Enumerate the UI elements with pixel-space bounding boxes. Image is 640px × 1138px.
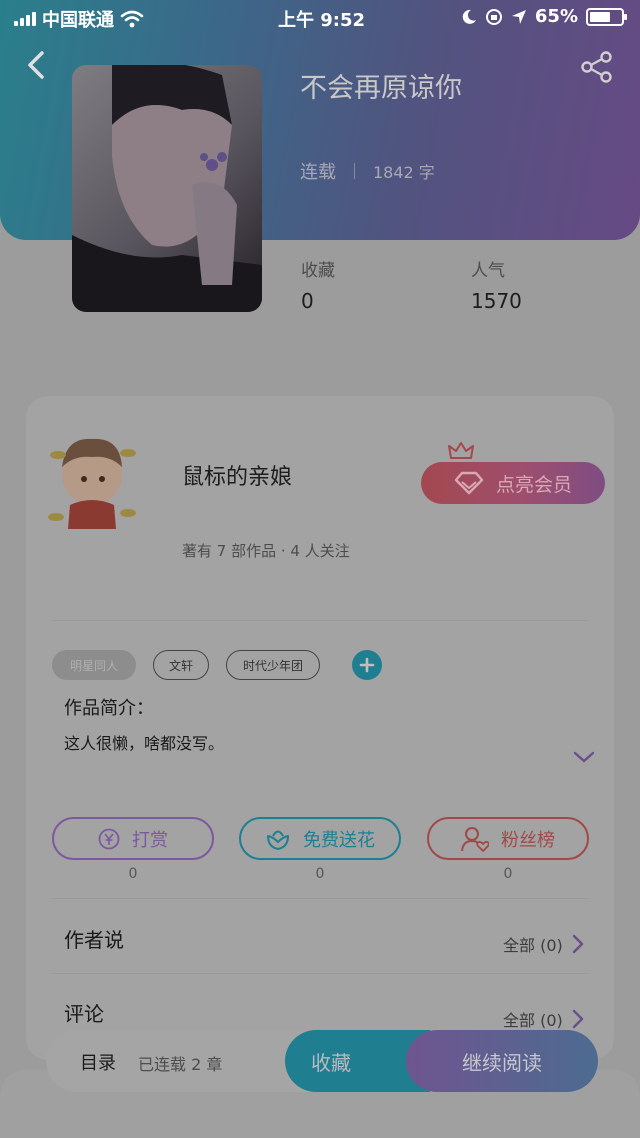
send-flower-button[interactable]: 免费送花 [239,817,401,860]
divider [52,973,588,974]
book-cover-image [72,65,262,312]
author-name[interactable]: 鼠标的亲娘 [182,459,292,491]
comments-link[interactable]: 全部 (0) [503,1007,585,1031]
author-notes-link[interactable]: 全部 (0) [503,932,585,956]
share-icon[interactable] [580,50,614,84]
battery-percent: 65% [534,6,578,27]
reward-button-label: 打赏 [132,829,168,851]
add-to-favorites-label: 收藏 [311,1050,351,1075]
location-icon [511,9,526,24]
reward-button[interactable]: 打赏 [52,817,214,860]
chevron-down-icon[interactable] [572,748,596,766]
diamond-icon [454,471,484,495]
word-count: 1842 字 [373,163,435,182]
battery-icon [586,7,627,26]
flower-icon [267,830,289,850]
tag-chip[interactable]: 明星同人 [52,650,136,680]
fans-count: 0 [503,866,513,882]
intro-text: 这人很懒，啥都没写。 [64,734,225,753]
stat-value: 0 [301,289,314,313]
send-flower-button-label: 免费送花 [303,829,375,851]
continue-reading-label: 继续阅读 [462,1050,542,1075]
plus-icon [359,657,375,673]
book-status: 连载 [300,162,336,183]
stat-favorites: 收藏 0 [301,256,335,313]
orientation-lock-icon [485,8,502,25]
tag-chip[interactable]: 时代少年团 [226,650,320,680]
fans-ranking-button[interactable]: 粉丝榜 [427,817,589,860]
stat-value: 1570 [471,289,522,313]
tag-chip[interactable]: 文轩 [153,650,209,680]
chapter-count: 已连载 2 章 [138,1055,223,1074]
author-stats: 著有 7 部作品 · 4 人关注 [182,542,350,560]
comments-heading: 评论 [64,1002,104,1026]
divider [52,620,588,621]
carrier-label: 中国联通 [42,10,114,31]
chevron-right-icon [572,934,583,954]
add-tag-button[interactable] [352,650,382,680]
wifi-icon [120,10,144,28]
yen-coin-icon [98,828,120,849]
author-notes-heading: 作者说 [64,928,124,952]
clock: 上午 9:52 [278,10,366,31]
vip-button-label: 点亮会员 [495,473,572,496]
continue-reading-button[interactable]: 继续阅读 [406,1030,598,1092]
reward-count: 0 [128,866,138,882]
book-title: 不会再原谅你 [300,73,462,104]
fans-ranking-icon [461,826,489,852]
book-meta: 连载 1842 字 [300,158,435,184]
author-avatar[interactable] [44,425,140,535]
intro-heading: 作品简介： [64,698,154,719]
author-notes-link-label: 全部 (0) [503,936,563,955]
back-arrow-icon[interactable] [20,48,54,82]
fans-ranking-button-label: 粉丝榜 [501,829,555,851]
moon-icon [462,9,476,24]
chevron-right-icon [572,1009,583,1029]
signal-strength-icon [14,12,36,26]
crown-icon [448,442,474,459]
divider [52,898,588,899]
stat-popularity: 人气 1570 [471,256,522,313]
status-bar: 中国联通 上午 9:52 65% [0,0,640,34]
stat-label: 人气 [471,261,505,281]
comments-link-label: 全部 (0) [503,1011,563,1030]
stat-label: 收藏 [301,261,335,281]
flower-count: 0 [315,866,325,882]
meta-divider [354,163,355,179]
vip-button[interactable]: 点亮会员 [421,462,605,504]
table-of-contents-button[interactable]: 目录 [80,1049,116,1075]
